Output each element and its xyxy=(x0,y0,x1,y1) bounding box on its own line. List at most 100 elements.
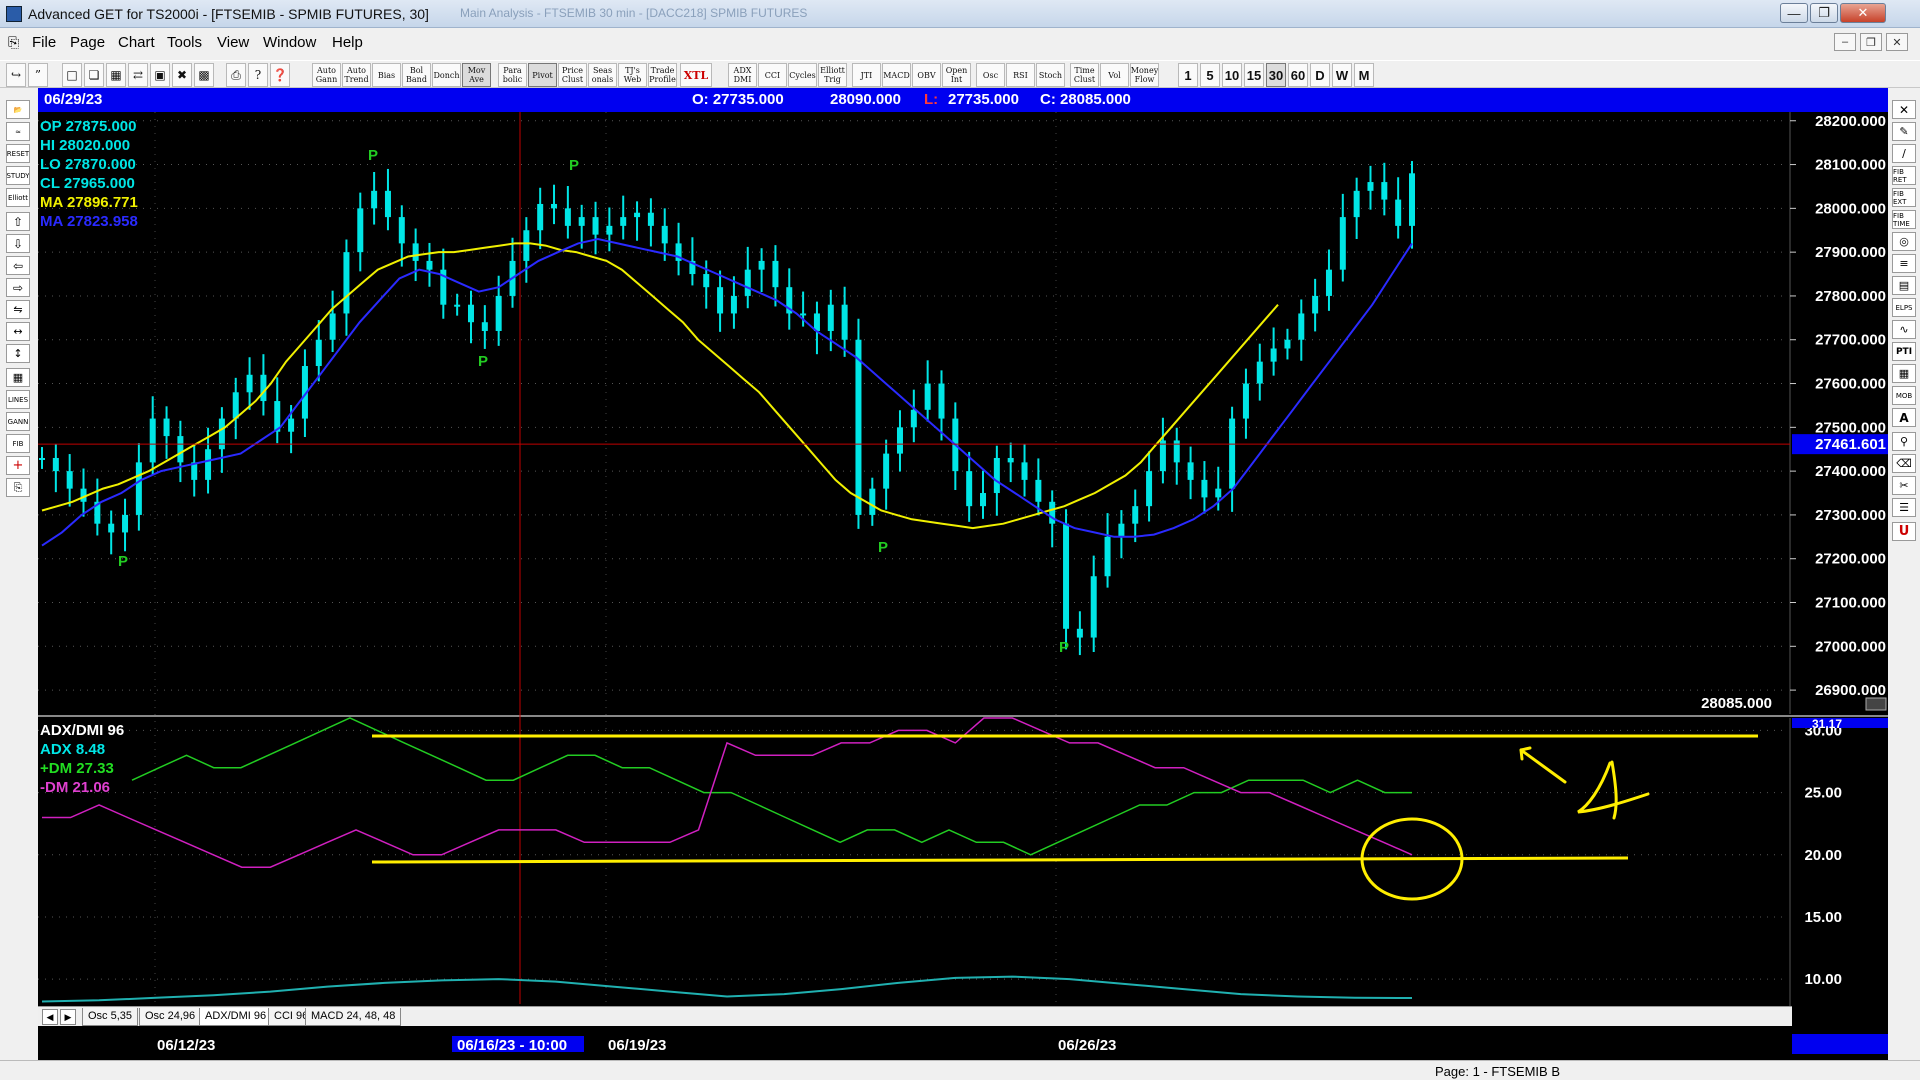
fan-icon[interactable]: ≡ xyxy=(1892,254,1916,273)
interval-60[interactable]: 60 xyxy=(1288,63,1308,87)
fib-tool[interactable]: FIB xyxy=(6,434,30,453)
tool-seasonals[interactable]: Seas onals xyxy=(588,63,617,87)
fib-time-tool[interactable]: FIB TIME xyxy=(1892,210,1916,229)
tool-obv[interactable]: OBV xyxy=(912,63,941,87)
lines-tool[interactable]: LINES xyxy=(6,390,30,409)
magnet-icon[interactable]: U xyxy=(1892,522,1916,541)
table-icon[interactable]: ▦ xyxy=(1892,364,1916,383)
tool-vol[interactable]: Vol xyxy=(1100,63,1129,87)
copy-page-icon[interactable]: ❏ xyxy=(84,63,104,87)
tool-mov-ave[interactable]: Mov Ave xyxy=(462,63,491,87)
reset-tool[interactable]: RESET xyxy=(6,144,30,163)
menu-tools[interactable]: Tools xyxy=(167,34,202,51)
interval-30[interactable]: 30 xyxy=(1266,63,1286,87)
arrow-up-icon[interactable]: ⇧ xyxy=(6,212,30,231)
close-button[interactable]: ✕ xyxy=(1840,3,1886,23)
tab-adx-dmi-96[interactable]: ADX/DMI 96 xyxy=(199,1008,273,1026)
interval-15[interactable]: 15 xyxy=(1244,63,1264,87)
tab-macd-24-48-48[interactable]: MACD 24, 48, 48 xyxy=(305,1008,402,1026)
tool-rsi[interactable]: RSI xyxy=(1006,63,1035,87)
channel-icon[interactable]: ▤ xyxy=(1892,276,1916,295)
arrow-left-icon[interactable]: ⇦ xyxy=(6,256,30,275)
clipboard-icon[interactable]: ⎘ xyxy=(6,478,30,497)
tool-auto-trend[interactable]: Auto Trend xyxy=(342,63,371,87)
tool-pivot[interactable]: Pivot xyxy=(528,63,557,87)
tool-time-clust[interactable]: Time Clust xyxy=(1070,63,1099,87)
grid-icon[interactable]: ▩ xyxy=(194,63,214,87)
tool-auto-gann[interactable]: Auto Gann xyxy=(312,63,341,87)
interval-weekly[interactable]: W xyxy=(1332,63,1352,87)
interval-1[interactable]: 1 xyxy=(1178,63,1198,87)
fib-ext-tool[interactable]: FIB EXT xyxy=(1892,188,1916,207)
menu-window[interactable]: Window xyxy=(263,34,316,51)
tool-macd[interactable]: MACD xyxy=(882,63,911,87)
arrow-down-icon[interactable]: ⇩ xyxy=(6,234,30,253)
fib-ret-tool[interactable]: FIB RET xyxy=(1892,166,1916,185)
tool-open-int[interactable]: Open Int xyxy=(942,63,971,87)
tile-icon[interactable]: ▣ xyxy=(150,63,170,87)
tab-scroll-left-icon[interactable]: ◀ xyxy=(42,1009,58,1025)
compress-icon[interactable]: ⇋ xyxy=(6,300,30,319)
zoom-icon[interactable]: ⚲ xyxy=(1892,432,1916,451)
elliott-tool[interactable]: Elliott xyxy=(6,188,30,207)
tool-money-flow[interactable]: Money Flow xyxy=(1130,63,1159,87)
pti-tool[interactable]: PTI xyxy=(1892,342,1916,361)
menu-file[interactable]: File xyxy=(32,34,56,51)
interval-10[interactable]: 10 xyxy=(1222,63,1242,87)
print-icon[interactable]: ⎙ xyxy=(226,63,246,87)
close-tool-icon[interactable]: ✕ xyxy=(1892,100,1916,119)
pencil-icon[interactable]: ✎ xyxy=(1892,122,1916,141)
tool-jti[interactable]: JTI xyxy=(852,63,881,87)
delete-icon[interactable]: ✖ xyxy=(172,63,192,87)
tool-bias[interactable]: Bias xyxy=(372,63,401,87)
maximize-button[interactable]: ❐ xyxy=(1810,3,1838,23)
tool-osc[interactable]: Osc xyxy=(976,63,1005,87)
tool-cycles[interactable]: Cycles xyxy=(788,63,817,87)
tool-parabolic[interactable]: Para bolic xyxy=(498,63,527,87)
tool-adx-dmi[interactable]: ADX DMI xyxy=(728,63,757,87)
crosshair-icon[interactable]: + xyxy=(6,456,30,475)
tool-trade-profile[interactable]: Trade Profile xyxy=(648,63,677,87)
tab-osc-24-96[interactable]: Osc 24,96 xyxy=(139,1008,202,1026)
tool-bol-band[interactable]: Bol Band xyxy=(402,63,431,87)
pattern-icon[interactable]: ≈ xyxy=(6,122,30,141)
expand-horizontal-icon[interactable]: ↔ xyxy=(6,322,30,341)
interval-5[interactable]: 5 xyxy=(1200,63,1220,87)
eraser-icon[interactable]: ⌫ xyxy=(1892,454,1916,473)
tool-price-clust[interactable]: Price Clust xyxy=(558,63,587,87)
quote-tool-icon[interactable]: ” xyxy=(28,63,48,87)
menu-help[interactable]: Help xyxy=(332,34,363,51)
menu-page[interactable]: Page xyxy=(70,34,105,51)
interval-daily[interactable]: D xyxy=(1310,63,1330,87)
tab-osc-5-35[interactable]: Osc 5,35 xyxy=(82,1008,139,1026)
chart-area[interactable] xyxy=(38,88,1888,1060)
gann-tool[interactable]: GANN xyxy=(6,412,30,431)
tab-scroll-right-icon[interactable]: ▶ xyxy=(60,1009,76,1025)
pointer-tool-icon[interactable]: ↪ xyxy=(6,63,26,87)
layout-icon[interactable]: ▦ xyxy=(106,63,126,87)
spiral-icon[interactable]: ◎ xyxy=(1892,232,1916,251)
wave-icon[interactable]: ∿ xyxy=(1892,320,1916,339)
mob-tool[interactable]: MOB xyxy=(1892,386,1916,405)
tool-xtl[interactable]: XTL xyxy=(680,63,712,87)
tool-cci[interactable]: CCI xyxy=(758,63,787,87)
mdi-minimize-button[interactable]: – xyxy=(1834,33,1856,51)
minimize-button[interactable]: — xyxy=(1780,3,1808,23)
expand-vertical-icon[interactable]: ↕ xyxy=(6,344,30,363)
tool-tjs-web[interactable]: TJ's Web xyxy=(618,63,647,87)
list-icon[interactable]: ☰ xyxy=(1892,498,1916,517)
context-help-icon[interactable]: ❓ xyxy=(270,63,290,87)
tool-donch[interactable]: Donch xyxy=(432,63,461,87)
mdi-close-button[interactable]: ✕ xyxy=(1886,33,1908,51)
open-folder-icon[interactable]: 📂 xyxy=(6,100,30,119)
link-icon[interactable]: ⇄ xyxy=(128,63,148,87)
study-tool[interactable]: STUDY xyxy=(6,166,30,185)
menu-view[interactable]: View xyxy=(217,34,249,51)
tool-elliott-trig[interactable]: Elliott Trig xyxy=(818,63,847,87)
arrow-right-icon[interactable]: ⇨ xyxy=(6,278,30,297)
mdi-restore-button[interactable]: ❐ xyxy=(1860,33,1882,51)
grid-tool-icon[interactable]: ▦ xyxy=(6,368,30,387)
ellipse-tool[interactable]: ELPS xyxy=(1892,298,1916,317)
trendline-icon[interactable]: ∕ xyxy=(1892,144,1916,163)
new-page-icon[interactable]: □ xyxy=(62,63,82,87)
